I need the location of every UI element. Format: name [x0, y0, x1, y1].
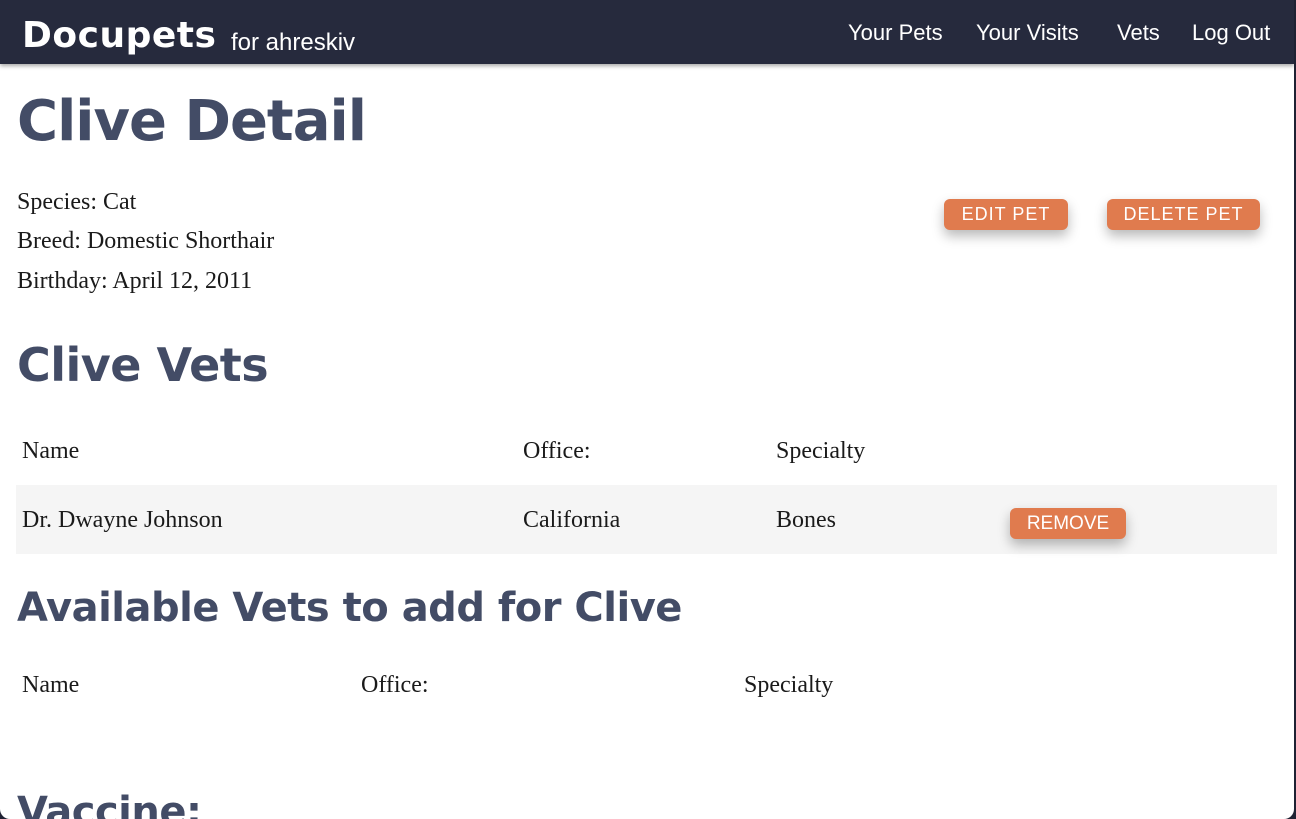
nav-your-pets[interactable]: Your Pets: [848, 18, 943, 48]
nav-your-visits[interactable]: Your Visits: [976, 18, 1079, 48]
pet-birthday: Birthday: April 12, 2011: [17, 268, 253, 294]
brand-username: for ahreskiv: [231, 29, 356, 56]
brand-logo[interactable]: Docupets: [22, 14, 216, 58]
vets-header-specialty: Specialty: [776, 438, 866, 464]
vets-section-title: Clive Vets: [17, 338, 269, 392]
vet-specialty: Bones: [776, 507, 836, 533]
vets-header-name: Name: [22, 438, 80, 464]
pet-species: Species: Cat: [17, 189, 137, 215]
available-header-office: Office:: [361, 672, 429, 698]
page-title: Clive Detail: [17, 89, 367, 154]
available-header-name: Name: [22, 672, 80, 698]
pet-breed: Breed: Domestic Shorthair: [17, 228, 275, 254]
vet-office: California: [523, 507, 621, 533]
nav-vets[interactable]: Vets: [1117, 18, 1160, 48]
vaccine-section-title: Vaccine:: [17, 789, 202, 819]
vets-header-office: Office:: [523, 438, 591, 464]
navbar: Docupets for ahreskiv Your Pets Your Vis…: [0, 0, 1294, 64]
remove-vet-button[interactable]: REMOVE: [1010, 508, 1126, 539]
browser-window: Docupets for ahreskiv Your Pets Your Vis…: [0, 0, 1294, 819]
edit-pet-button[interactable]: EDIT PET: [944, 199, 1068, 230]
delete-pet-button[interactable]: DELETE PET: [1107, 199, 1260, 230]
vet-name: Dr. Dwayne Johnson: [22, 507, 223, 533]
available-header-specialty: Specialty: [744, 672, 834, 698]
nav-log-out[interactable]: Log Out: [1192, 18, 1270, 48]
available-vets-title: Available Vets to add for Clive: [17, 585, 682, 631]
